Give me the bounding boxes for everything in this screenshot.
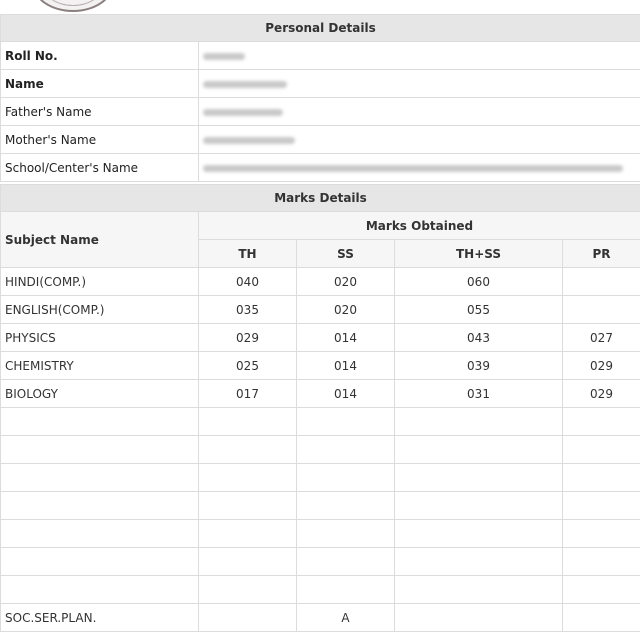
- pr-marks: 029: [563, 352, 640, 380]
- pr-marks: 027: [563, 324, 640, 352]
- name-label: Name: [1, 70, 199, 98]
- marks-obtained-header: Marks Obtained: [199, 212, 640, 240]
- table-row: Roll No.: [1, 42, 640, 70]
- personal-details-title: Personal Details: [1, 15, 640, 42]
- table-row: Father's Name: [1, 98, 640, 126]
- school-name-value: [199, 154, 640, 182]
- empty-row: [1, 436, 640, 464]
- father-name-value: [199, 98, 640, 126]
- subject-name: CHEMISTRY: [1, 352, 199, 380]
- th-ss-marks: 060: [395, 268, 563, 296]
- empty-row: [1, 520, 640, 548]
- pr-marks: [563, 268, 640, 296]
- school-name-label: School/Center's Name: [1, 154, 199, 182]
- th-marks: 029: [199, 324, 297, 352]
- table-row: ENGLISH(COMP.) 035 020 055: [1, 296, 640, 324]
- roll-no-value: [199, 42, 640, 70]
- subject-name: ENGLISH(COMP.): [1, 296, 199, 324]
- empty-row: [1, 492, 640, 520]
- personal-details-table: Personal Details Roll No. Name Father's …: [0, 14, 640, 182]
- name-value: [199, 70, 640, 98]
- table-row: SOC.SER.PLAN. A: [1, 604, 640, 632]
- subject-name: PHYSICS: [1, 324, 199, 352]
- table-row: BIOLOGY 017 014 031 029: [1, 380, 640, 408]
- th-ss-marks: [395, 604, 563, 632]
- ss-marks: 020: [297, 268, 395, 296]
- th-ss-marks: 043: [395, 324, 563, 352]
- subject-name: SOC.SER.PLAN.: [1, 604, 199, 632]
- th-marks: [199, 604, 297, 632]
- table-row: Mother's Name: [1, 126, 640, 154]
- empty-row: [1, 548, 640, 576]
- th-marks: 017: [199, 380, 297, 408]
- subject-name: BIOLOGY: [1, 380, 199, 408]
- th-ss-marks: 055: [395, 296, 563, 324]
- father-name-label: Father's Name: [1, 98, 199, 126]
- personal-details-header: Personal Details: [1, 15, 640, 42]
- subject-name-header: Subject Name: [1, 212, 199, 268]
- th-ss-marks: 031: [395, 380, 563, 408]
- ss-marks: 020: [297, 296, 395, 324]
- marks-details-table: Marks Details Subject Name Marks Obtaine…: [0, 184, 640, 632]
- column-header-th-ss: TH+SS: [395, 240, 563, 268]
- th-ss-marks: 039: [395, 352, 563, 380]
- empty-row: [1, 576, 640, 604]
- subject-name: HINDI(COMP.): [1, 268, 199, 296]
- table-row: Name: [1, 70, 640, 98]
- ss-marks: 014: [297, 352, 395, 380]
- column-header-ss: SS: [297, 240, 395, 268]
- table-row: PHYSICS 029 014 043 027: [1, 324, 640, 352]
- table-row: HINDI(COMP.) 040 020 060: [1, 268, 640, 296]
- empty-row: [1, 408, 640, 436]
- table-row: CHEMISTRY 025 014 039 029: [1, 352, 640, 380]
- th-marks: 040: [199, 268, 297, 296]
- empty-row: [1, 464, 640, 492]
- column-header-th: TH: [199, 240, 297, 268]
- pr-marks: [563, 604, 640, 632]
- roll-no-label: Roll No.: [1, 42, 199, 70]
- table-row: School/Center's Name: [1, 154, 640, 182]
- column-header-pr: PR: [563, 240, 640, 268]
- ss-marks: A: [297, 604, 395, 632]
- marks-details-title: Marks Details: [1, 185, 640, 212]
- marks-header-row: Subject Name Marks Obtained: [1, 212, 640, 240]
- mother-name-value: [199, 126, 640, 154]
- th-marks: 035: [199, 296, 297, 324]
- board-logo: [32, 0, 114, 12]
- ss-marks: 014: [297, 380, 395, 408]
- pr-marks: 029: [563, 380, 640, 408]
- pr-marks: [563, 296, 640, 324]
- ss-marks: 014: [297, 324, 395, 352]
- th-marks: 025: [199, 352, 297, 380]
- mother-name-label: Mother's Name: [1, 126, 199, 154]
- marks-details-header: Marks Details: [1, 185, 640, 212]
